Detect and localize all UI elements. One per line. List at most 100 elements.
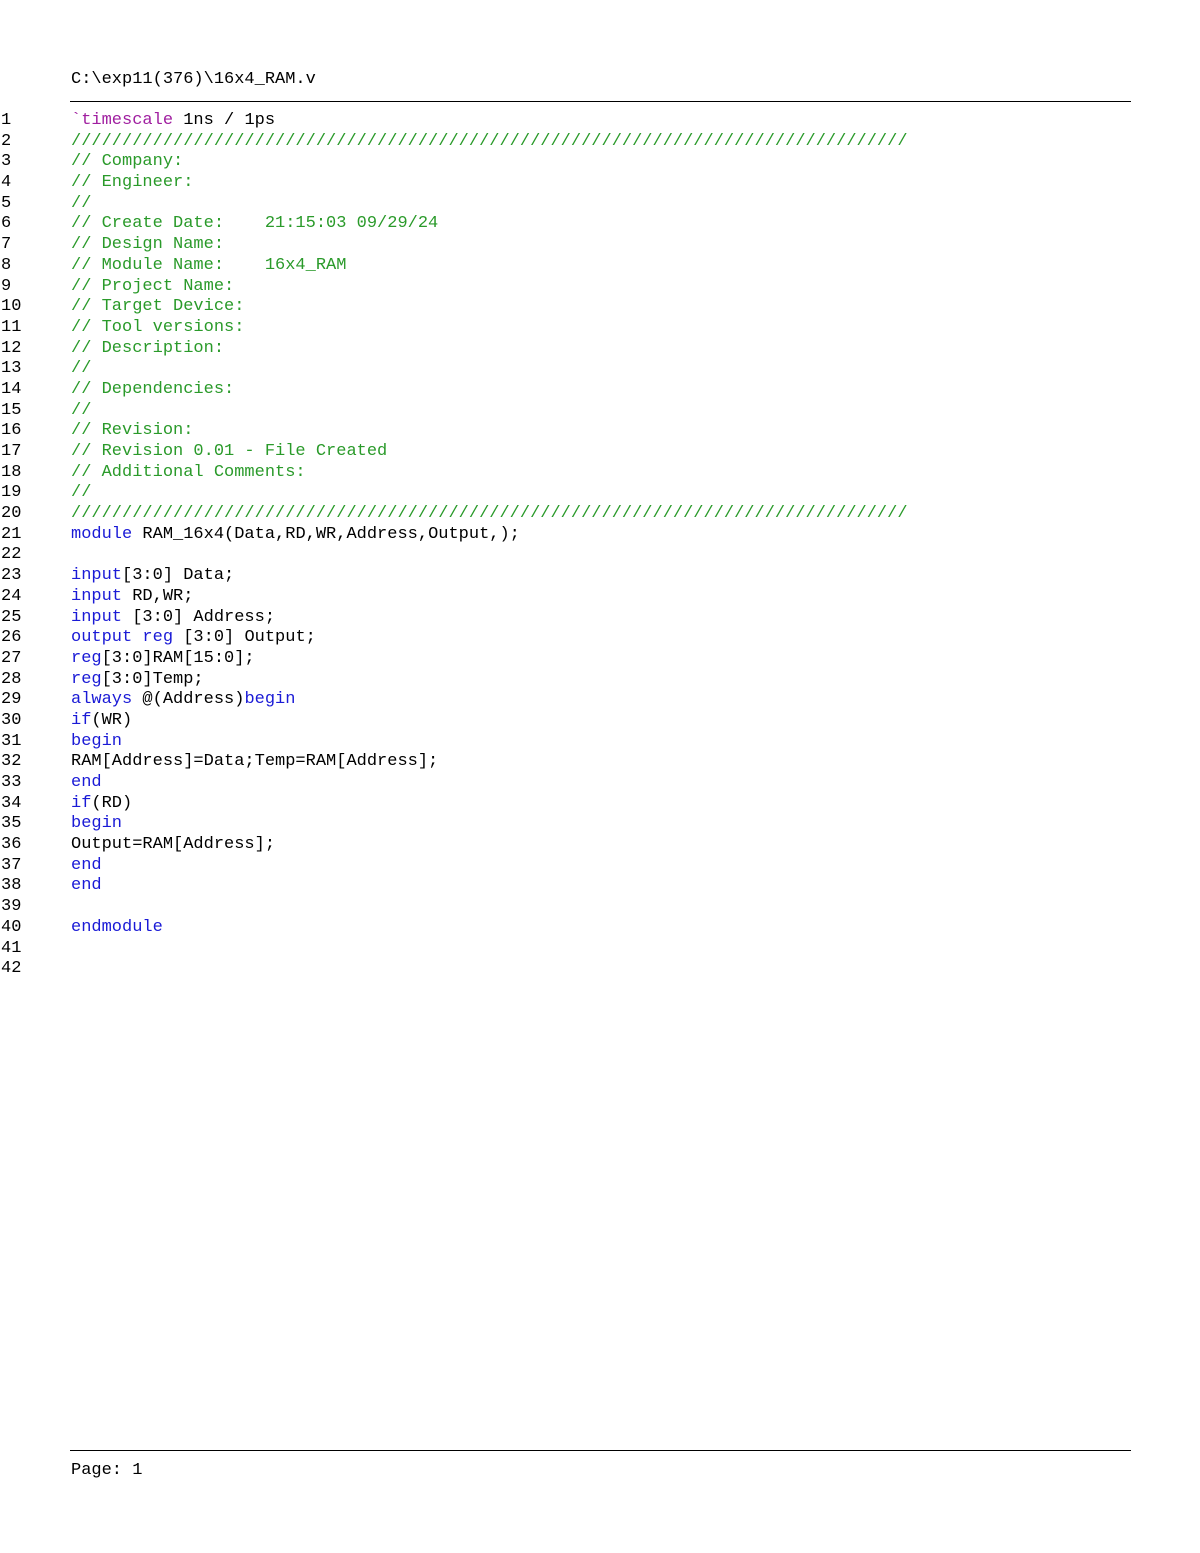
- line-number: 17: [1, 442, 22, 461]
- comment-token: //: [71, 193, 102, 213]
- keyword-token: if: [71, 793, 92, 813]
- line-source: // Engineer:: [71, 173, 204, 194]
- line-source: input [3:0] Address;: [71, 608, 275, 629]
- code-line: 41: [0, 939, 1180, 960]
- line-source: //: [71, 483, 91, 504]
- comment-token: // Company:: [71, 152, 194, 172]
- code-line: 7 // Design Name:: [0, 235, 1180, 256]
- line-source: if(RD): [71, 794, 132, 815]
- code-line: 10 // Target Device:: [0, 297, 1180, 318]
- line-source: ////////////////////////////////////////…: [71, 132, 908, 153]
- keyword-token: output: [71, 628, 133, 648]
- code-line: 21 module RAM_16x4(Data,RD,WR,Address,Out…: [0, 525, 1180, 546]
- line-number: 9: [1, 276, 12, 296]
- line-source: RAM[Address]=Data;Temp=RAM[Address];: [71, 752, 438, 773]
- line-number: 39: [1, 897, 22, 917]
- line-source: end: [71, 773, 102, 794]
- keyword-token: if: [71, 710, 92, 730]
- keyword-token: end: [71, 855, 102, 875]
- line-number: 13: [1, 359, 22, 379]
- line-source: // Tool versions:: [71, 318, 255, 339]
- plain-token: (RD): [91, 793, 133, 813]
- line-source: module RAM_16x4(Data,RD,WR,Address,Outpu…: [71, 525, 520, 546]
- line-number: 40: [1, 917, 22, 937]
- code-line: 34 if(RD): [0, 794, 1180, 815]
- line-source: // Additional Comments:: [71, 463, 316, 484]
- code-line: 33 end: [0, 773, 1180, 794]
- line-number: 29: [1, 690, 22, 710]
- comment-token: // Project Name:: [71, 276, 245, 296]
- comment-token: // Module Name: 16x4_RAM: [71, 255, 357, 275]
- keyword-token: begin: [71, 731, 123, 751]
- code-line: 28 reg[3:0]Temp;: [0, 670, 1180, 691]
- code-line: 39: [0, 897, 1180, 918]
- line-number: 8: [1, 255, 12, 275]
- comment-token: //: [71, 359, 92, 379]
- line-source: ////////////////////////////////////////…: [71, 504, 908, 525]
- line-number: 36: [1, 835, 22, 855]
- line-source: reg[3:0]RAM[15:0];: [71, 649, 255, 670]
- code-line: 16 // Revision:: [0, 421, 1180, 442]
- line-number: 20: [1, 504, 22, 524]
- line-source: endmodule: [71, 918, 163, 939]
- line-source: // Company:: [71, 152, 193, 173]
- code-line: 5 //: [0, 194, 1180, 215]
- line-number: 11: [1, 317, 22, 337]
- line-source: end: [71, 856, 102, 877]
- code-line: 38 end: [0, 876, 1180, 897]
- keyword-token: input: [71, 566, 123, 586]
- keyword-token: end: [71, 876, 102, 896]
- code-line: 13 //: [0, 359, 1180, 380]
- line-number: 30: [1, 710, 22, 730]
- line-number: 23: [1, 566, 22, 586]
- line-number: 10: [1, 297, 22, 317]
- line-source: //: [71, 359, 91, 380]
- line-source: // Revision 0.01 - File Created: [71, 442, 387, 463]
- line-number: 3: [1, 152, 12, 172]
- code-line: 17 // Revision 0.01 - File Created: [0, 442, 1180, 463]
- line-number: 41: [1, 938, 22, 958]
- line-number: 12: [1, 338, 22, 358]
- line-source: //: [71, 401, 91, 422]
- line-source: //: [71, 194, 102, 215]
- code-line: 14 // Dependencies:: [0, 380, 1180, 401]
- comment-token: //: [71, 483, 92, 503]
- line-source: input RD,WR;: [71, 587, 193, 608]
- line-number: 26: [1, 628, 22, 648]
- code-line: 12 // Description:: [0, 339, 1180, 360]
- line-number: 32: [1, 752, 22, 772]
- line-number: 19: [1, 483, 22, 503]
- line-source: Output=RAM[Address];: [71, 835, 275, 856]
- line-number: 27: [1, 648, 22, 668]
- line-number: 5: [1, 193, 12, 213]
- comment-token: // Tool versions:: [71, 317, 255, 337]
- code-line: 6 // Create Date: 21:15:03 09/29/24: [0, 214, 1180, 235]
- keyword-token: end: [71, 773, 102, 792]
- code-line: 23 input[3:0] Data;: [0, 566, 1180, 587]
- line-number: 33: [1, 773, 22, 792]
- page-number-footer: Page: 1: [71, 1461, 143, 1480]
- code-line: 31 begin: [0, 732, 1180, 753]
- line-number: 14: [1, 379, 22, 399]
- line-number: 21: [1, 524, 22, 544]
- line-source: reg[3:0]Temp;: [71, 670, 204, 691]
- code-line: 37 end: [0, 856, 1180, 877]
- line-number: 28: [1, 669, 22, 689]
- code-listing: 1 `timescale 1ns / 1ps 2//////////////////…: [0, 111, 1180, 980]
- plain-token: RAM[Address]=Data;Temp=RAM[Address];: [71, 752, 439, 772]
- keyword-token: endmodule: [71, 917, 163, 937]
- line-number: 42: [1, 959, 22, 979]
- comment-token: // Target Device:: [71, 297, 255, 317]
- code-line: 42: [0, 959, 1180, 980]
- line-number: 7: [1, 235, 12, 255]
- line-source: // Module Name: 16x4_RAM: [71, 256, 357, 277]
- plain-token: [3:0] Address;: [122, 607, 276, 627]
- line-source: // Create Date: 21:15:03 09/29/24: [71, 214, 448, 235]
- comment-token: ////////////////////////////////////////…: [71, 131, 908, 151]
- comment-token: // Revision 0.01 - File Created: [71, 442, 388, 461]
- keyword-token: reg: [142, 628, 174, 648]
- line-number: 16: [1, 421, 22, 441]
- directive-token: `timescale: [71, 111, 174, 130]
- code-line: 20 //////////////////////////////////////…: [0, 504, 1180, 525]
